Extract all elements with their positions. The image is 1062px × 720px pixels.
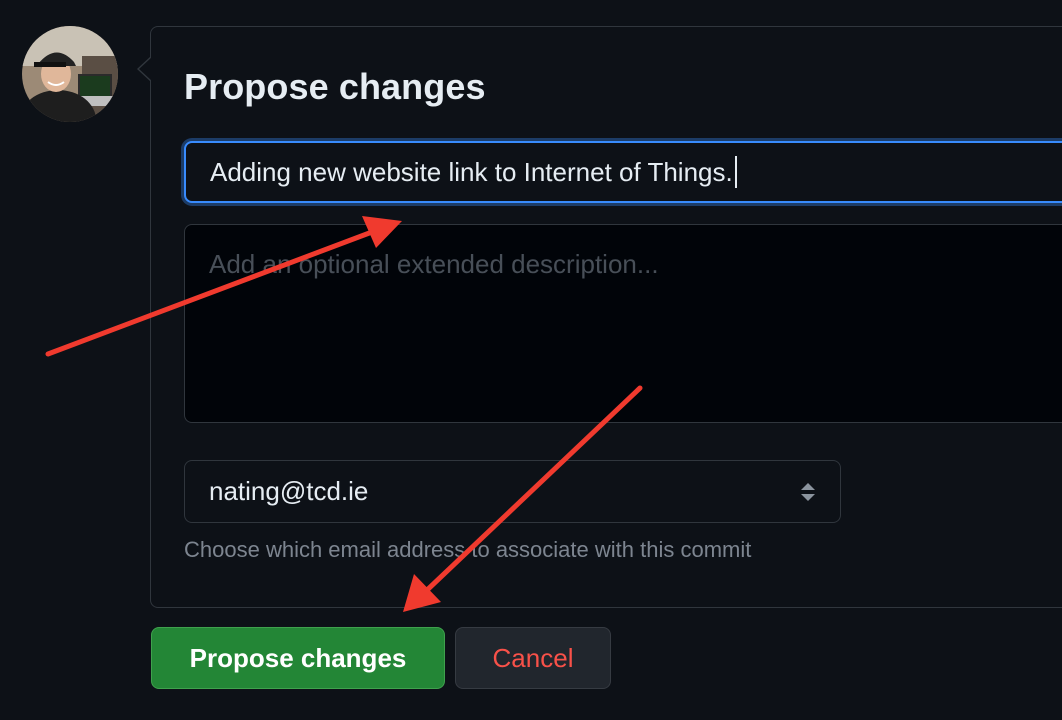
avatar: [22, 26, 118, 122]
propose-changes-button[interactable]: Propose changes: [151, 627, 445, 689]
commit-summary-input[interactable]: Adding new website link to Internet of T…: [184, 141, 1062, 203]
description-placeholder: Add an optional extended description...: [209, 249, 659, 279]
commit-summary-value: Adding new website link to Internet of T…: [210, 156, 733, 187]
cancel-button[interactable]: Cancel: [455, 627, 611, 689]
commit-form-screen: Propose changes Adding new website link …: [0, 0, 1062, 720]
text-cursor: [734, 156, 737, 188]
form-title: Propose changes: [184, 66, 486, 107]
commit-description-textarea[interactable]: Add an optional extended description...: [184, 224, 1062, 423]
avatar-image: [22, 26, 118, 122]
email-hint: Choose which email address to associate …: [184, 537, 752, 562]
panel-pointer-fill: [139, 57, 152, 81]
email-select[interactable]: nating@tcd.ie: [184, 460, 841, 523]
select-updown-icon: [801, 482, 815, 501]
email-select-value: nating@tcd.ie: [209, 476, 369, 506]
